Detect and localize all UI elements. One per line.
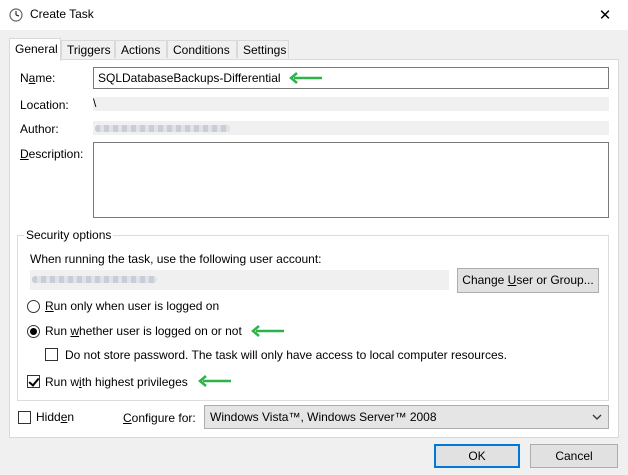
configure-for-label: Configure for: bbox=[123, 411, 196, 425]
checkbox-do-not-store-password[interactable] bbox=[45, 348, 58, 361]
redacted-user bbox=[32, 276, 157, 283]
highest-privileges-label: Run with highest privileges bbox=[45, 375, 188, 389]
tab-conditions[interactable]: Conditions bbox=[167, 40, 237, 58]
redacted-author bbox=[95, 125, 230, 132]
configure-for-select[interactable]: Windows Vista™, Windows Server™ 2008 bbox=[204, 405, 609, 429]
green-arrow-icon bbox=[289, 72, 322, 84]
radio-run-whether[interactable] bbox=[27, 325, 40, 338]
tab-triggers[interactable]: Triggers bbox=[61, 40, 115, 58]
description-textarea[interactable] bbox=[93, 142, 609, 218]
description-label: Description: bbox=[20, 147, 84, 161]
name-value: SQLDatabaseBackups-Differential bbox=[98, 71, 281, 85]
location-label: Location: bbox=[20, 98, 69, 112]
window-title: Create Task bbox=[30, 7, 94, 21]
tab-settings[interactable]: Settings bbox=[237, 40, 289, 58]
radio-run-logged-on[interactable] bbox=[27, 300, 40, 313]
clock-icon bbox=[9, 8, 23, 22]
ok-button[interactable]: OK bbox=[434, 444, 520, 468]
author-field bbox=[93, 121, 609, 135]
green-arrow-icon bbox=[251, 325, 284, 337]
radio-run-logged-on-label: Run only when user is logged on bbox=[45, 299, 220, 313]
checkbox-hidden[interactable] bbox=[18, 411, 31, 424]
location-value: \ bbox=[93, 96, 97, 110]
tab-actions[interactable]: Actions bbox=[115, 40, 167, 58]
security-options-title: Security options bbox=[24, 228, 114, 242]
checkbox-highest-privileges[interactable] bbox=[27, 375, 40, 388]
name-input[interactable]: SQLDatabaseBackups-Differential bbox=[93, 67, 609, 89]
close-icon: ✕ bbox=[598, 7, 612, 24]
user-account-field bbox=[30, 270, 449, 290]
close-button[interactable]: ✕ bbox=[582, 0, 628, 30]
author-label: Author: bbox=[20, 122, 59, 136]
change-user-button[interactable]: Change User or Group... bbox=[457, 268, 599, 293]
location-field: \ bbox=[93, 96, 609, 111]
chevron-down-icon bbox=[592, 414, 602, 420]
green-arrow-icon bbox=[198, 375, 231, 387]
title-bar: Create Task ✕ bbox=[0, 0, 628, 30]
cancel-button[interactable]: Cancel bbox=[530, 444, 618, 468]
tab-general[interactable]: General bbox=[9, 38, 61, 61]
hidden-label: Hidden bbox=[36, 410, 75, 424]
name-label: Name: bbox=[20, 71, 56, 85]
configure-for-value: Windows Vista™, Windows Server™ 2008 bbox=[210, 410, 437, 424]
account-prompt: When running the task, use the following… bbox=[30, 252, 322, 266]
radio-run-whether-label: Run whether user is logged on or not bbox=[45, 324, 242, 338]
do-not-store-password-label: Do not store password. The task will onl… bbox=[65, 348, 507, 362]
